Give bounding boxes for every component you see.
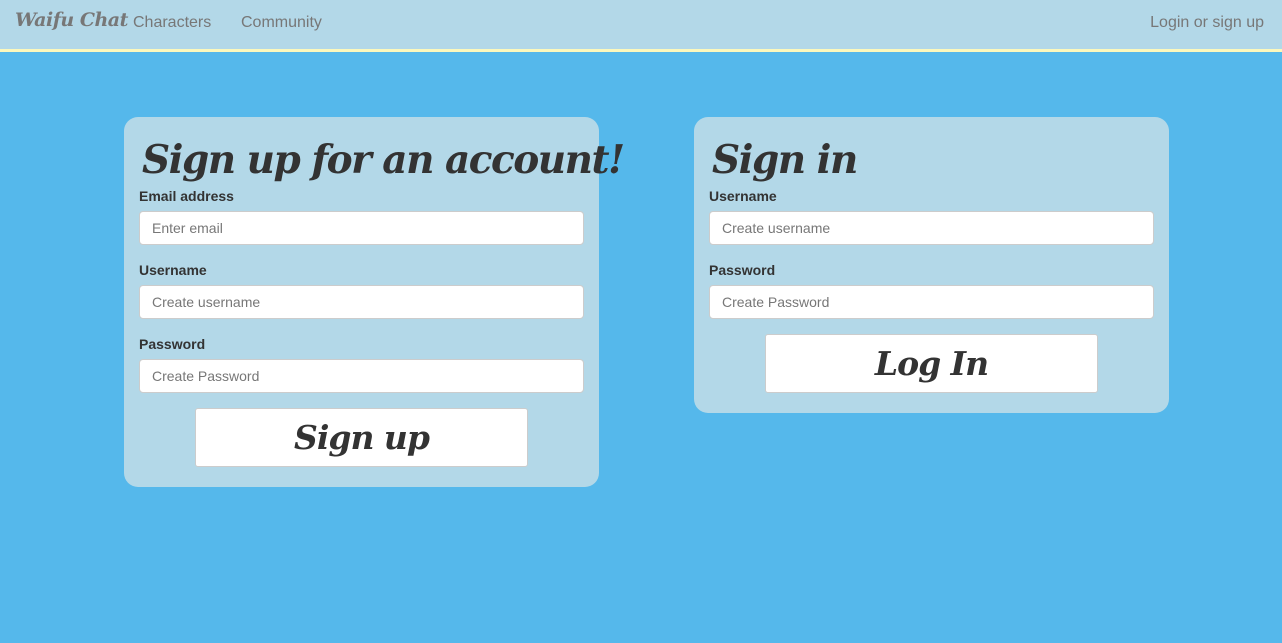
signin-username-label: Username	[709, 188, 777, 204]
signup-button[interactable]: Sign up	[195, 408, 528, 467]
email-field[interactable]	[139, 211, 584, 245]
nav-link-community[interactable]: Community	[241, 14, 322, 32]
signin-panel: Sign in Username Password Log In	[694, 117, 1169, 413]
signin-password-label: Password	[709, 262, 776, 278]
signin-username-field[interactable]	[709, 211, 1154, 245]
email-label: Email address	[139, 188, 234, 204]
signup-password-field[interactable]	[139, 359, 584, 393]
signup-password-label: Password	[139, 336, 206, 352]
signup-title: Sign up for an account!	[142, 137, 625, 183]
signup-username-label: Username	[139, 262, 207, 278]
signup-panel: Sign up for an account! Email address Us…	[124, 117, 625, 487]
login-signup-link[interactable]: Login or sign up	[1150, 14, 1264, 32]
signup-username-field[interactable]	[139, 285, 584, 319]
nav-link-characters[interactable]: Characters	[133, 14, 211, 32]
signin-password-field[interactable]	[709, 285, 1154, 319]
top-navbar: Waifu Chat Characters Community Login or…	[0, 0, 1282, 52]
login-button[interactable]: Log In	[765, 334, 1098, 393]
brand-logo[interactable]: Waifu Chat	[15, 9, 128, 31]
signin-title: Sign in	[712, 137, 858, 183]
